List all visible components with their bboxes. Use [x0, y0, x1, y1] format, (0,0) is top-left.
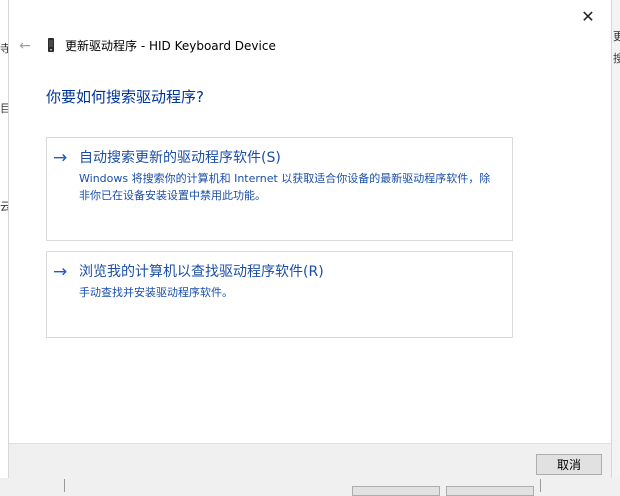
- option-description: 手动查找并安装驱动程序软件。: [79, 286, 233, 299]
- divider: [64, 478, 65, 492]
- background-window-right: 更 搜: [612, 0, 620, 492]
- background-text-fragment: 搜: [613, 52, 620, 65]
- page-heading: 你要如何搜索驱动程序?: [46, 88, 204, 106]
- cancel-button[interactable]: 取消: [536, 454, 602, 475]
- background-text-fragment: 更: [613, 30, 620, 43]
- option-search-automatically[interactable]: → 自动搜索更新的驱动程序软件(S) Windows 将搜索你的计算机和 Int…: [46, 137, 513, 241]
- dialog-footer: 取消: [9, 443, 611, 479]
- background-window-left: 寺 目 云: [0, 0, 11, 492]
- back-button[interactable]: ←: [15, 36, 35, 56]
- option-title: 自动搜索更新的驱动程序软件(S): [79, 150, 281, 166]
- dialog-title: 更新驱动程序 - HID Keyboard Device: [65, 39, 276, 53]
- divider: [540, 478, 541, 492]
- background-button: [352, 486, 440, 496]
- close-button[interactable]: ✕: [573, 2, 603, 30]
- background-window-bottom: [0, 478, 620, 496]
- back-arrow-icon: ←: [19, 38, 31, 54]
- option-browse-computer[interactable]: → 浏览我的计算机以查找驱动程序软件(R) 手动查找并安装驱动程序软件。: [46, 251, 513, 338]
- option-description: Windows 将搜索你的计算机和 Internet 以获取适合你设备的最新驱动…: [79, 172, 491, 202]
- background-button: [446, 486, 534, 496]
- keyboard-device-icon: [48, 38, 54, 52]
- arrow-right-icon: →: [53, 262, 68, 282]
- close-icon: ✕: [581, 6, 595, 26]
- update-driver-dialog: ✕ ← 更新驱动程序 - HID Keyboard Device 你要如何搜索驱…: [8, 0, 612, 479]
- arrow-right-icon: →: [53, 148, 68, 168]
- option-title: 浏览我的计算机以查找驱动程序软件(R): [79, 264, 324, 280]
